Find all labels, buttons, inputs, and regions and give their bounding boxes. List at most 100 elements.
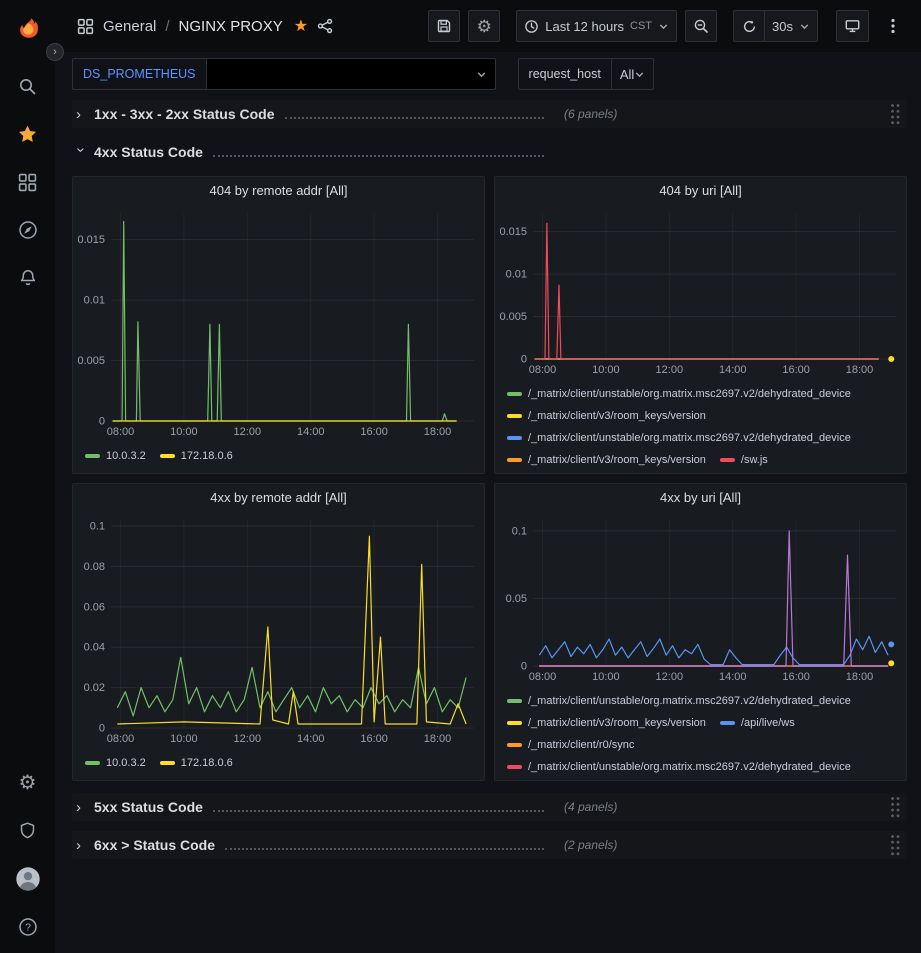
row-drag-handle[interactable] — [890, 834, 901, 857]
sidebar-item-configuration[interactable]: ⚙ — [8, 763, 48, 803]
svg-text:14:00: 14:00 — [297, 733, 325, 745]
legend-item[interactable]: /_matrix/client/v3/room_keys/version — [507, 712, 706, 734]
series-label: 10.0.3.2 — [106, 450, 146, 462]
panel-4xx-by-remote-addr: 4xx by remote addr [All] 08:0010:0012:00… — [72, 483, 485, 781]
panel-4xx-by-uri: 4xx by uri [All] 08:0010:0012:0014:0016:… — [494, 483, 907, 781]
panel-title[interactable]: 404 by uri [All] — [495, 177, 906, 205]
refresh-icon — [742, 19, 757, 34]
compass-icon — [18, 220, 38, 240]
svg-text:0.005: 0.005 — [499, 311, 527, 323]
row-toggle-4xx[interactable]: › 4xx Status Code — [72, 144, 907, 161]
legend-item[interactable]: /sw.js — [720, 449, 768, 471]
chart-4xx-by-uri[interactable]: 08:0010:0012:0014:0016:0018:0000.050.1 — [495, 512, 906, 684]
grafana-logo[interactable] — [8, 8, 48, 48]
panel-title[interactable]: 4xx by remote addr [All] — [73, 484, 484, 512]
row-drag-handle[interactable] — [890, 796, 901, 819]
svg-text:08:00: 08:00 — [529, 671, 557, 683]
share-icon[interactable] — [317, 18, 333, 34]
legend-item[interactable]: /_matrix/client/v3/room_keys/version — [507, 405, 706, 427]
legend-item[interactable]: 10.0.3.2 — [85, 445, 146, 467]
series-color-swatch — [160, 761, 175, 765]
legend-item[interactable]: /_matrix/client/unstable/org.matrix.msc2… — [507, 756, 851, 778]
svg-text:0.015: 0.015 — [77, 234, 105, 246]
sidebar-item-dashboards[interactable] — [8, 162, 48, 202]
svg-text:16:00: 16:00 — [782, 364, 810, 376]
series-label: /_matrix/client/v3/room_keys/version — [528, 410, 706, 422]
legend-item[interactable]: 172.18.0.6 — [160, 752, 233, 774]
svg-text:0.1: 0.1 — [512, 525, 527, 537]
svg-text:18:00: 18:00 — [424, 733, 452, 745]
request-host-variable: request_host All — [518, 58, 655, 90]
series-label: /_matrix/client/unstable/org.matrix.msc2… — [528, 695, 851, 707]
legend-item[interactable]: /_matrix/client/v3/room_keys/version — [507, 449, 706, 471]
sidebar-item-server-admin[interactable] — [8, 811, 48, 851]
breadcrumb-section[interactable]: General — [103, 18, 156, 35]
chart-4xx-by-remote-addr[interactable]: 08:0010:0012:0014:0016:0018:0000.020.040… — [73, 512, 484, 746]
chart-404-by-remote-addr[interactable]: 08:0010:0012:0014:0016:0018:0000.0050.01… — [73, 205, 484, 439]
tv-mode-button[interactable] — [836, 10, 869, 42]
svg-text:10:00: 10:00 — [592, 364, 620, 376]
series-color-swatch — [507, 765, 522, 769]
time-range-picker[interactable]: Last 12 hours CST — [516, 10, 677, 42]
legend-item[interactable]: /api/live/ws — [720, 712, 795, 734]
svg-text:08:00: 08:00 — [529, 364, 557, 376]
sidebar-item-search[interactable] — [8, 66, 48, 106]
dashboard-settings-button[interactable]: ⚙ — [468, 10, 500, 42]
chevron-down-icon — [799, 21, 810, 32]
request-host-label[interactable]: request_host — [518, 58, 611, 90]
refresh-interval-select[interactable]: 30s — [765, 10, 818, 42]
sidebar-item-alerting[interactable] — [8, 258, 48, 298]
datasource-value-select[interactable] — [206, 58, 496, 90]
row-toggle-6xx[interactable]: › 6xx > Status Code (2 panels) — [72, 837, 907, 854]
svg-text:18:00: 18:00 — [846, 364, 874, 376]
series-label: /api/live/ws — [741, 717, 795, 729]
row-1xx-3xx-2xx: › 1xx - 3xx - 2xx Status Code (6 panels) — [72, 100, 907, 128]
row-title-wrap: › 1xx - 3xx - 2xx Status Code — [76, 106, 554, 123]
datasource-label[interactable]: DS_PROMETHEUS — [72, 58, 206, 90]
row-title: 6xx > Status Code — [94, 837, 215, 853]
bottom-spacer — [72, 869, 907, 949]
dashboard-title[interactable]: NGINX PROXY — [179, 18, 283, 35]
series-color-swatch — [85, 761, 100, 765]
legend-item[interactable]: 172.18.0.6 — [160, 445, 233, 467]
chevron-right-icon: › — [76, 837, 86, 854]
save-icon — [436, 18, 452, 34]
favorite-star-icon[interactable]: ★ — [294, 16, 308, 36]
legend-item[interactable]: /_matrix/client/r0/sync — [507, 734, 634, 756]
refresh-button[interactable] — [733, 10, 765, 42]
legend-item[interactable]: 10.0.3.2 — [85, 752, 146, 774]
bell-icon — [18, 268, 38, 288]
legend-item[interactable]: /_matrix/client/unstable/org.matrix.msc2… — [507, 383, 851, 405]
panel-title[interactable]: 404 by remote addr [All] — [73, 177, 484, 205]
row-toggle-1xx[interactable]: › 1xx - 3xx - 2xx Status Code (6 panels) — [72, 106, 907, 123]
chart-404-by-uri[interactable]: 08:0010:0012:0014:0016:0018:0000.0050.01… — [495, 205, 906, 377]
sidebar-item-starred[interactable] — [8, 114, 48, 154]
row-drag-handle[interactable] — [890, 103, 901, 126]
panel-title[interactable]: 4xx by uri [All] — [495, 484, 906, 512]
breadcrumb-separator: / — [165, 18, 169, 35]
sidebar-item-help[interactable]: ? — [8, 907, 48, 947]
legend-item[interactable]: /_matrix/client/unstable/org.matrix.msc2… — [507, 690, 851, 712]
save-dashboard-button[interactable] — [428, 10, 460, 42]
dashboard-content: › 1xx - 3xx - 2xx Status Code (6 panels)… — [55, 92, 921, 949]
row-5xx: › 5xx Status Code (4 panels) — [72, 793, 907, 821]
series-label: /_matrix/client/v3/room_keys/version — [528, 454, 706, 466]
sidebar-expand-button[interactable]: › — [46, 43, 64, 61]
svg-text:18:00: 18:00 — [424, 426, 452, 438]
svg-text:08:00: 08:00 — [107, 733, 135, 745]
row-toggle-5xx[interactable]: › 5xx Status Code (4 panels) — [72, 799, 907, 816]
sidebar-item-profile[interactable] — [8, 859, 48, 899]
sidebar-item-explore[interactable] — [8, 210, 48, 250]
series-label: /_matrix/client/unstable/org.matrix.msc2… — [528, 761, 851, 773]
dotted-leader — [225, 848, 544, 850]
svg-text:08:00: 08:00 — [107, 426, 135, 438]
series-label: 172.18.0.6 — [181, 757, 233, 769]
legend-item[interactable]: /_matrix/client/unstable/org.matrix.msc2… — [507, 427, 851, 449]
time-zone-label: CST — [630, 20, 652, 32]
request-host-value-select[interactable]: All — [611, 58, 654, 90]
more-options-button[interactable] — [877, 10, 909, 42]
svg-text:14:00: 14:00 — [297, 426, 325, 438]
zoom-out-time-button[interactable] — [685, 10, 717, 42]
chevron-right-icon: › — [76, 106, 86, 123]
series-color-swatch — [85, 454, 100, 458]
